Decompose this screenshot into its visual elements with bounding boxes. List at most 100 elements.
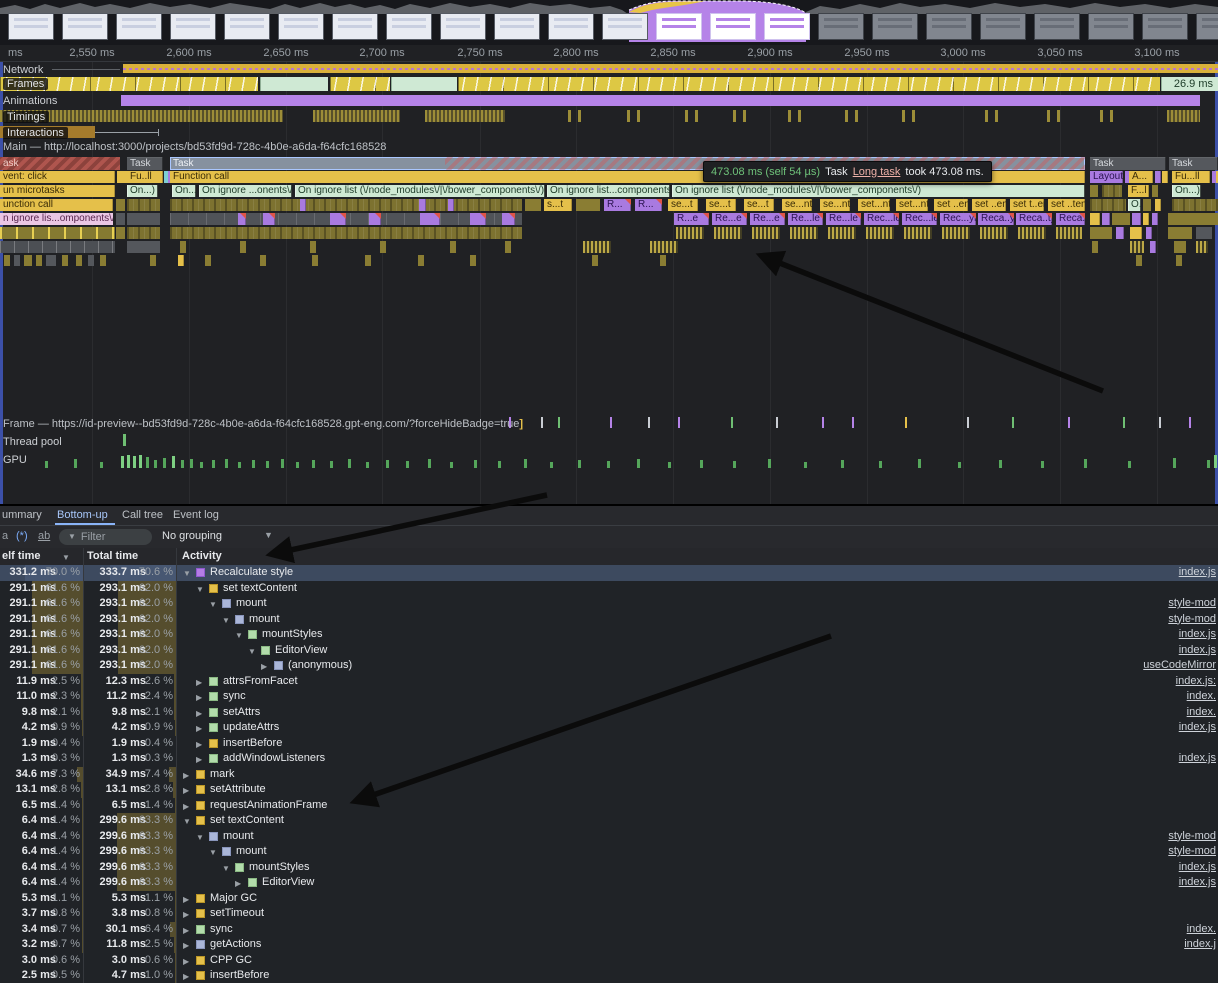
flame-segment[interactable]: se...nt xyxy=(782,199,812,211)
flame-segment[interactable]: Re...e xyxy=(712,213,747,225)
flame-segment[interactable]: Reca..yle xyxy=(978,213,1014,225)
filmstrip-frame[interactable] xyxy=(278,13,324,40)
flame-segment[interactable] xyxy=(1162,171,1168,183)
table-row[interactable]: 34.6 ms7.3 %34.9 ms7.4 %▶mark xyxy=(0,767,1218,783)
flame-segment[interactable] xyxy=(238,213,246,225)
flame-segment[interactable] xyxy=(1152,213,1158,225)
table-row[interactable]: 3.2 ms0.7 %11.8 ms2.5 %▶getActionsindex.… xyxy=(0,937,1218,953)
flame-segment[interactable]: R...e xyxy=(674,213,709,225)
frame-segment[interactable] xyxy=(391,77,457,91)
collapsed-twisty-icon[interactable]: ▶ xyxy=(183,910,189,919)
table-row[interactable]: 6.4 ms1.4 %299.6 ms63.3 %▶EditorViewinde… xyxy=(0,875,1218,891)
flame-segment[interactable]: O... xyxy=(1128,199,1141,211)
flame-segment[interactable] xyxy=(525,199,541,211)
filmstrip-frame[interactable] xyxy=(926,13,972,40)
source-link[interactable]: style-mod xyxy=(1168,596,1216,612)
frame-segment[interactable] xyxy=(260,77,328,91)
flame-segment[interactable] xyxy=(330,213,346,225)
flame-segment[interactable] xyxy=(1196,227,1212,239)
source-link[interactable]: index.j xyxy=(1184,937,1216,953)
flame-segment[interactable] xyxy=(1092,241,1098,253)
flame-segment[interactable]: Re...le xyxy=(826,213,861,225)
flame-segment[interactable]: On ignore ...onents\/) xyxy=(199,185,292,197)
flame-segment[interactable]: ask xyxy=(0,157,120,170)
flame-segment[interactable]: se...t xyxy=(706,199,736,211)
collapsed-twisty-icon[interactable]: ▶ xyxy=(196,693,202,702)
flame-segment[interactable] xyxy=(1143,199,1151,211)
flame-segment[interactable] xyxy=(1130,227,1142,239)
flame-segment[interactable]: set ..ent xyxy=(972,199,1006,211)
flame-segment[interactable] xyxy=(369,213,381,225)
activity-label[interactable]: mount xyxy=(236,596,267,612)
activity-label[interactable]: set textContent xyxy=(210,813,284,829)
source-link[interactable]: style-mod xyxy=(1168,829,1216,845)
header-total-time[interactable]: Total time xyxy=(87,550,138,562)
flame-segment[interactable] xyxy=(312,255,318,266)
expanded-twisty-icon[interactable]: ▼ xyxy=(209,848,217,857)
flame-segment[interactable] xyxy=(240,241,246,253)
expanded-twisty-icon[interactable]: ▼ xyxy=(209,600,217,609)
activity-label[interactable]: set textContent xyxy=(223,581,297,597)
activity-label[interactable]: updateAttrs xyxy=(223,720,279,736)
frame-segment[interactable] xyxy=(330,77,390,91)
flame-segment[interactable] xyxy=(260,255,266,266)
filmstrip-frame[interactable] xyxy=(1034,13,1080,40)
flame-segment[interactable] xyxy=(1172,199,1218,211)
flame-segment[interactable]: Rec...le xyxy=(902,213,937,225)
source-link[interactable]: index.js xyxy=(1179,643,1216,659)
filmstrip-frame[interactable] xyxy=(116,13,162,40)
filmstrip-frame[interactable] xyxy=(710,13,756,40)
flame-segment[interactable] xyxy=(1056,227,1082,239)
animations-bar[interactable] xyxy=(121,95,1200,106)
flame-segment[interactable] xyxy=(583,241,611,253)
table-row[interactable]: 11.9 ms2.5 %12.3 ms2.6 %▶attrsFromFaceti… xyxy=(0,674,1218,690)
thread-pool-label[interactable]: Thread pool xyxy=(3,436,62,448)
flame-segment[interactable]: A... xyxy=(1129,171,1153,183)
time-ruler[interactable]: ms2,550 ms2,600 ms2,650 ms2,700 ms2,750 … xyxy=(0,45,1218,62)
flame-segment[interactable] xyxy=(1146,227,1152,239)
filmstrip-frame[interactable] xyxy=(224,13,270,40)
flame-segment[interactable] xyxy=(62,255,68,266)
filmstrip-frame[interactable] xyxy=(386,13,432,40)
flame-segment[interactable]: Re...le xyxy=(788,213,823,225)
flame-segment[interactable] xyxy=(1143,213,1149,225)
table-row[interactable]: 291.1 ms61.6 %293.1 ms62.0 %▼EditorViewi… xyxy=(0,643,1218,659)
source-link[interactable]: style-mod xyxy=(1168,612,1216,628)
tab-ummary[interactable]: ummary xyxy=(2,506,42,524)
flame-segment[interactable] xyxy=(1130,241,1144,253)
flame-segment[interactable] xyxy=(1150,241,1156,253)
activity-label[interactable]: mount xyxy=(249,612,280,628)
flame-segment[interactable] xyxy=(1168,213,1218,225)
filmstrip-frame[interactable] xyxy=(1196,13,1218,40)
table-row[interactable]: 1.3 ms0.3 %1.3 ms0.3 %▶addWindowListener… xyxy=(0,751,1218,767)
flame-segment[interactable] xyxy=(505,241,511,253)
filmstrip-frame[interactable] xyxy=(872,13,918,40)
flame-segment[interactable] xyxy=(178,255,184,266)
flame-segment[interactable] xyxy=(904,227,932,239)
flame-segment[interactable] xyxy=(714,227,742,239)
collapsed-twisty-icon[interactable]: ▶ xyxy=(183,957,189,966)
activity-label[interactable]: mount xyxy=(223,829,254,845)
filmstrip-frame[interactable] xyxy=(818,13,864,40)
table-row[interactable]: 331.2 ms70.0 %333.7 ms70.6 %▼Recalculate… xyxy=(0,565,1218,581)
flame-segment[interactable] xyxy=(1090,185,1098,197)
flame-segment[interactable] xyxy=(1116,227,1124,239)
flame-segment[interactable] xyxy=(1176,255,1182,266)
flame-segment[interactable] xyxy=(205,255,211,266)
flame-segment[interactable] xyxy=(263,213,275,225)
flame-segment[interactable] xyxy=(100,255,106,266)
flame-segment[interactable] xyxy=(76,255,82,266)
filmstrip-frame[interactable] xyxy=(170,13,216,40)
filmstrip-frame[interactable] xyxy=(440,13,486,40)
flame-segment[interactable] xyxy=(116,227,125,239)
column-divider[interactable] xyxy=(176,548,177,983)
filmstrip-frame[interactable] xyxy=(332,13,378,40)
track-label-animations[interactable]: Animations xyxy=(3,95,57,107)
flame-segment[interactable] xyxy=(420,213,440,225)
flame-segment[interactable]: On ignore list (\/node_modules\/|\/bower… xyxy=(295,185,545,197)
table-row[interactable]: 5.3 ms1.1 %5.3 ms1.1 %▶Major GC xyxy=(0,891,1218,907)
flame-segment[interactable] xyxy=(660,255,666,266)
activity-label[interactable]: EditorView xyxy=(275,643,327,659)
activity-label[interactable]: Recalculate style xyxy=(210,565,293,581)
flame-segment[interactable] xyxy=(127,213,160,225)
